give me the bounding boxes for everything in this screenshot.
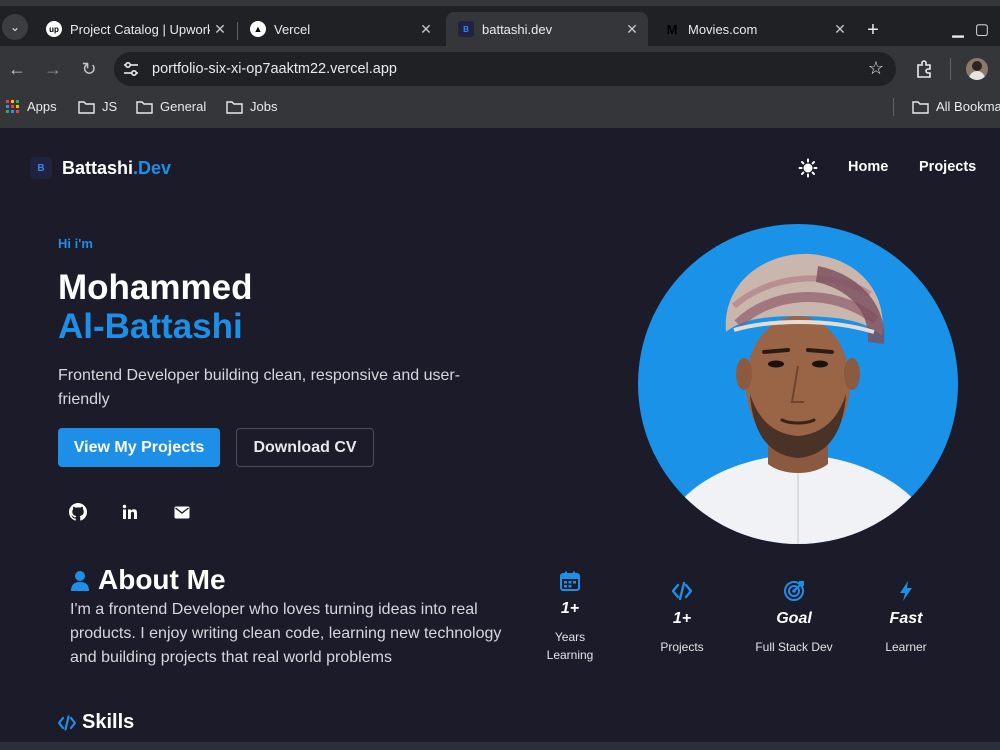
linkedin-link[interactable] bbox=[119, 501, 141, 523]
hero-first-name: Mohammed bbox=[58, 268, 253, 307]
hero-greeting: Hi i'm bbox=[58, 236, 93, 251]
folder-icon bbox=[78, 100, 95, 114]
profile-photo bbox=[638, 224, 958, 544]
site-settings-icon[interactable] bbox=[122, 60, 140, 78]
nav-projects-link[interactable]: Projects bbox=[919, 159, 976, 175]
tab-strip: ⌄ up Project Catalog | Upwork ✕ ▲ Vercel… bbox=[0, 6, 1000, 46]
tab-vercel[interactable]: ▲ Vercel ✕ bbox=[238, 12, 442, 46]
folder-icon bbox=[912, 100, 929, 114]
skills-heading: Skills bbox=[82, 711, 135, 733]
code-icon bbox=[58, 715, 76, 731]
tab-close-icon[interactable]: ✕ bbox=[210, 21, 230, 38]
hero-last-name: Al-Battashi bbox=[58, 307, 243, 346]
stat-learner: Fast Learner bbox=[851, 580, 961, 656]
folder-icon bbox=[226, 100, 243, 114]
back-arrow-icon[interactable]: ← bbox=[6, 58, 28, 80]
code-icon bbox=[671, 581, 693, 601]
bookmarks-separator bbox=[893, 98, 894, 116]
profile-avatar[interactable] bbox=[966, 58, 988, 80]
stat-projects: 1+ Projects bbox=[627, 580, 737, 656]
download-cv-button[interactable]: Download CV bbox=[236, 428, 374, 467]
brand-name: Battashi bbox=[62, 157, 134, 178]
upwork-favicon-icon: up bbox=[46, 21, 62, 37]
address-bar[interactable]: portfolio-six-xi-op7aaktm22.vercel.app ☆ bbox=[114, 52, 896, 86]
stat-value: Fast bbox=[889, 610, 923, 627]
reload-icon[interactable]: ↻ bbox=[78, 58, 100, 80]
portrait-illustration bbox=[668, 253, 930, 544]
tab-upwork[interactable]: up Project Catalog | Upwork ✕ bbox=[34, 12, 236, 46]
github-link[interactable] bbox=[67, 501, 89, 523]
tab-battashi[interactable]: B battashi.dev ✕ bbox=[446, 12, 648, 46]
about-text: I'm a frontend Developer who loves turni… bbox=[70, 601, 502, 666]
bolt-icon bbox=[900, 581, 912, 601]
stat-value: 1+ bbox=[560, 600, 580, 617]
stat-value: 1+ bbox=[672, 610, 692, 627]
maximize-icon[interactable]: ▢ bbox=[972, 20, 992, 38]
tab-close-icon[interactable]: ✕ bbox=[416, 21, 436, 38]
calendar-icon bbox=[560, 571, 580, 591]
os-taskbar bbox=[0, 742, 1000, 750]
nav-home-link[interactable]: Home bbox=[848, 159, 888, 175]
stat-years: 1+ Years Learning bbox=[515, 570, 625, 664]
bookmark-label: Jobs bbox=[250, 99, 278, 114]
bookmark-star-icon[interactable]: ☆ bbox=[868, 58, 884, 79]
stat-label: Projects bbox=[660, 640, 704, 654]
browser-toolbar: ← → ↻ portfolio-six-xi-op7aaktm22.vercel… bbox=[0, 46, 1000, 92]
tab-title: battashi.dev bbox=[482, 21, 553, 37]
battashi-favicon-icon: B bbox=[458, 21, 474, 37]
extensions-icon[interactable] bbox=[914, 59, 934, 79]
browser-window: ⌄ up Project Catalog | Upwork ✕ ▲ Vercel… bbox=[0, 0, 1000, 128]
bookmark-label: All Bookmarks bbox=[936, 99, 1000, 114]
bookmark-label: Apps bbox=[27, 99, 57, 114]
forward-arrow-icon[interactable]: → bbox=[42, 58, 64, 80]
envelope-icon bbox=[174, 506, 190, 518]
about-heading: About Me bbox=[98, 564, 226, 595]
stat-value: Goal bbox=[776, 610, 812, 627]
tab-title: Movies.com bbox=[688, 21, 758, 37]
minimize-icon[interactable]: ▁ bbox=[948, 20, 968, 38]
tab-search-button[interactable]: ⌄ bbox=[2, 14, 28, 40]
brand-accent: .Dev bbox=[133, 157, 172, 178]
stat-goal: Goal Full Stack Dev bbox=[739, 580, 849, 656]
email-link[interactable] bbox=[171, 501, 193, 523]
vercel-favicon-icon: ▲ bbox=[250, 21, 266, 37]
toolbar-separator bbox=[950, 58, 951, 80]
bookmarks-bar: Apps JS General Jobs All Bookmarks bbox=[0, 94, 1000, 122]
folder-icon bbox=[136, 100, 153, 114]
bookmark-all[interactable]: All Bookmarks bbox=[912, 99, 1000, 114]
linkedin-icon bbox=[122, 504, 137, 519]
url-text: portfolio-six-xi-op7aaktm22.vercel.app bbox=[152, 61, 397, 77]
bookmark-js[interactable]: JS bbox=[78, 99, 117, 114]
stat-label: Full Stack Dev bbox=[755, 640, 833, 654]
tab-close-icon[interactable]: ✕ bbox=[830, 21, 850, 38]
target-icon bbox=[784, 581, 804, 601]
tab-close-icon[interactable]: ✕ bbox=[622, 21, 642, 38]
tab-movies[interactable]: M Movies.com ✕ bbox=[652, 12, 856, 46]
site-logo[interactable]: B Battashi .Dev bbox=[30, 157, 171, 179]
bookmark-apps[interactable]: Apps bbox=[6, 99, 57, 114]
portfolio-page: B Battashi .Dev Home Projects Hi i'm Moh… bbox=[0, 128, 1000, 750]
bookmark-general[interactable]: General bbox=[136, 99, 206, 114]
view-projects-button[interactable]: View My Projects bbox=[58, 428, 220, 467]
tab-title: Project Catalog | Upwork bbox=[70, 21, 210, 37]
apps-grid-icon bbox=[6, 99, 19, 113]
sun-icon[interactable] bbox=[798, 158, 818, 178]
user-icon bbox=[71, 571, 89, 591]
movies-favicon-icon: M bbox=[666, 21, 678, 37]
bookmark-jobs[interactable]: Jobs bbox=[226, 99, 277, 114]
bookmark-label: General bbox=[160, 99, 207, 114]
new-tab-icon[interactable]: + bbox=[862, 18, 884, 42]
hero-tagline: Frontend Developer building clean, respo… bbox=[58, 367, 461, 408]
stat-label: Years Learning bbox=[546, 630, 594, 662]
github-icon bbox=[69, 503, 87, 521]
stat-label: Learner bbox=[885, 640, 927, 654]
tab-title: Vercel bbox=[274, 21, 311, 37]
bookmark-label: JS bbox=[102, 99, 118, 114]
brand-badge: B bbox=[30, 157, 52, 179]
